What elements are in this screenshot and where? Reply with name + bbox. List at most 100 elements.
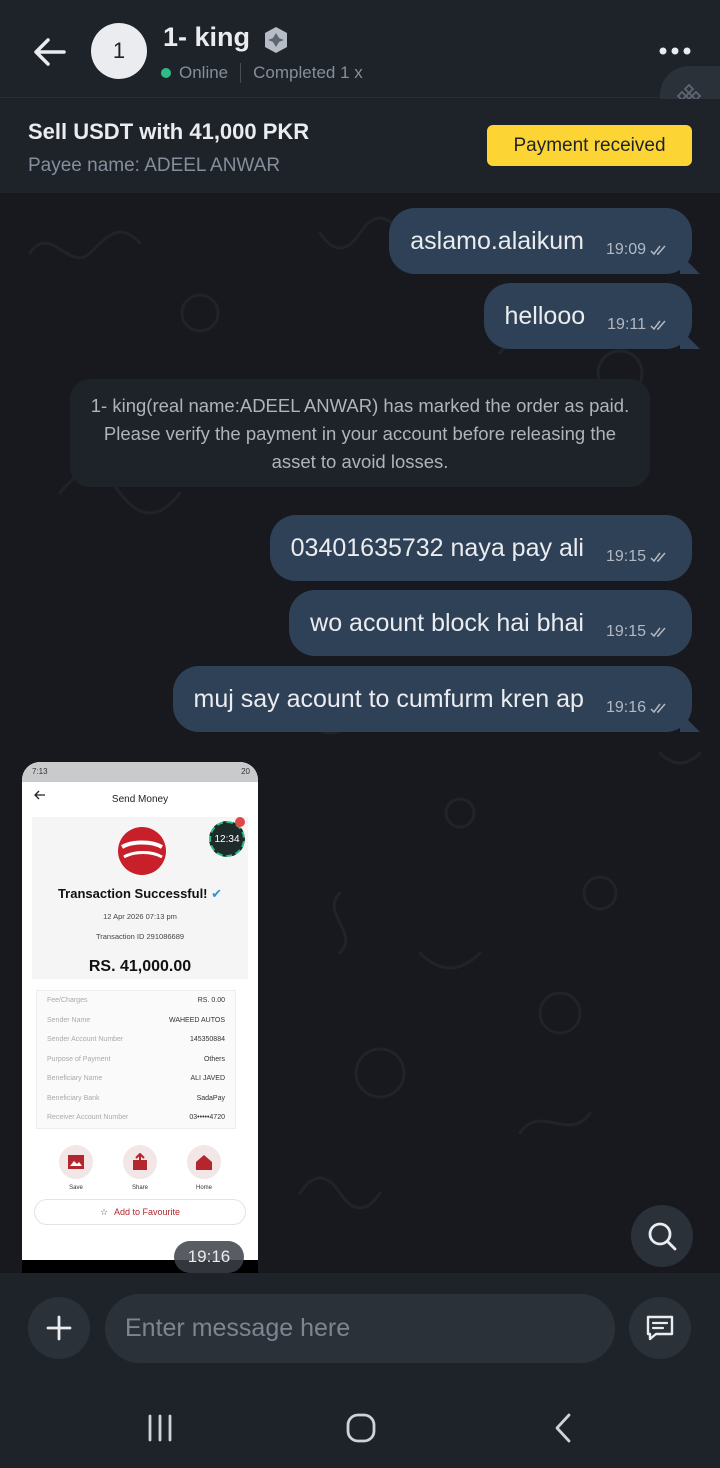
row-label: Beneficiary Bank [47,1094,100,1102]
completed-orders: Completed 1 x [253,63,363,82]
bank-logo-icon [118,827,166,875]
receipt-share-label: Share [131,1185,148,1191]
attach-button[interactable] [28,1297,90,1359]
quick-reply-button[interactable] [629,1297,691,1359]
home-button-icon[interactable] [331,1408,391,1448]
message-text: wo acount block hai bhai [310,608,584,637]
receipt-status-bar: 7:13 20 [22,762,258,782]
message-bubble[interactable]: 03401635732 naya pay ali 19:15 [269,515,692,581]
row-label: Fee/Charges [47,997,88,1005]
receipt-row: Fee/Charges RS. 0.00 [37,991,235,1011]
row-value: 145350884 [189,1036,225,1044]
message-bubble[interactable]: hellooo 19:11 [483,283,692,349]
receipt-row: Beneficiary Name ALI JAVED [37,1069,235,1089]
message-time: 19:09 [605,241,646,258]
receipt-battery: 20 [241,767,250,776]
message-time: 19:15 [605,548,646,565]
row-value: RS. 0.00 [197,997,225,1005]
row-label: Beneficiary Name [47,1075,103,1083]
save-image-icon [68,1155,84,1169]
row-label: Purpose of Payment [47,1055,111,1063]
message-bubble[interactable]: muj say acount to cumfurm kren ap 19:16 [172,666,692,732]
row-value: SadaPay [196,1094,225,1102]
share-icon [133,1153,147,1170]
order-title: Sell USDT with 41,000 PKR [28,119,310,144]
row-value: 03•••••4720 [189,1114,225,1122]
double-check-icon [650,552,666,563]
order-summary: Sell USDT with 41,000 PKR Payee name: AD… [0,99,720,193]
receipt-amount: RS. 41,000.00 [88,958,192,975]
receipt-status-time: 7:13 [32,767,48,776]
star-icon: ☆ [99,1206,109,1217]
plus-icon [46,1315,72,1341]
payment-status-badge[interactable]: Payment received [487,125,692,166]
message-bubble[interactable]: aslamo.alaikum 19:09 [389,208,692,274]
message-text: aslamo.alaikum [410,226,584,255]
receipt-heading: Transaction Successful! ✔ [22,886,258,902]
double-check-icon [650,627,666,638]
receipt-row: Sender Account Number 145350884 [37,1030,235,1050]
double-check-icon [650,245,666,256]
receipt-actions: Save Share Home [22,1145,258,1193]
receipt-screen-title: Send Money [111,794,169,805]
receipt-row: Beneficiary Bank SadaPay [37,1089,235,1109]
verified-check-icon: ✔ [211,886,223,901]
receipt-row: Sender Name WAHEED AUTOS [37,1011,235,1031]
search-button[interactable] [631,1205,693,1267]
favourite-label: Add to Favourite [114,1207,181,1217]
image-timestamp: 19:16 [174,1241,244,1273]
message-input[interactable] [105,1294,615,1363]
image-message-receipt[interactable]: 7:13 20 Send Money 12:34 Transaction Suc… [22,762,258,1273]
counterparty-name[interactable]: 1- king [163,22,250,53]
receipt-header: Send Money [22,784,258,814]
message-meta: 19:16 [606,699,670,717]
receipt-date: 12 Apr 2026 07:13 pm [103,912,177,921]
more-options-icon[interactable] [655,40,695,62]
message-meta: 19:15 [606,548,670,566]
receipt-transaction-id: Transaction ID 291086689 [95,932,185,941]
message-time: 19:11 [607,316,646,333]
message-meta: 19:09 [606,241,670,259]
row-value: ALI JAVED [190,1075,226,1083]
receipt-row: Purpose of Payment Others [37,1050,235,1070]
message-bubble[interactable]: wo acount block hai bhai 19:15 [289,590,692,656]
notification-dot [235,817,245,827]
online-status: Online [179,63,229,82]
avatar[interactable]: 1 [91,23,147,79]
chat-header: 1 1- king Online Completed 1 x [0,0,720,98]
receipt-home-label: Home [195,1185,212,1191]
back-arrow-icon[interactable] [28,30,72,74]
recent-apps-icon[interactable] [130,1408,190,1448]
row-value: Others [203,1055,225,1063]
home-icon [196,1155,212,1170]
system-notice: 1- king(real name:ADEEL ANWAR) has marke… [70,379,650,487]
row-value: WAHEED AUTOS [168,1016,225,1024]
receipt-home: Home [186,1145,222,1191]
message-text: muj say acount to cumfurm kren ap [193,684,584,713]
chat-area[interactable]: aslamo.alaikum 19:09 hellooo 19:11 1- ki… [0,193,720,1273]
message-time: 19:16 [605,699,646,716]
row-label: Receiver Account Number [47,1114,129,1122]
receipt-add-favourite: ☆ Add to Favourite [34,1199,246,1225]
divider [240,63,242,83]
message-meta: 19:15 [606,623,670,641]
message-meta: 19:11 [607,316,670,334]
message-text: 03401635732 naya pay ali [290,533,584,562]
receipt-save-label: Save [69,1185,83,1191]
composer [0,1273,720,1380]
chat-message-icon [646,1315,674,1341]
payee-name: Payee name: ADEEL ANWAR [28,155,281,176]
row-label: Sender Name [47,1016,91,1024]
double-check-icon [650,320,666,331]
receipt-row: Receiver Account Number 03•••••4720 [37,1108,235,1128]
receipt-save: Save [58,1145,94,1191]
receipt-details-table: Fee/Charges RS. 0.00 Sender Name WAHEED AU… [36,990,236,1129]
message-text: hellooo [504,301,586,330]
receipt-share: Share [122,1145,158,1191]
status-row: Online Completed 1 x [161,63,363,83]
receipt-heading-text: Transaction Successful! [57,886,208,901]
system-navigation-bar [0,1380,720,1468]
nav-back-icon[interactable] [533,1408,593,1448]
message-time: 19:15 [605,623,646,640]
online-dot [161,68,171,78]
